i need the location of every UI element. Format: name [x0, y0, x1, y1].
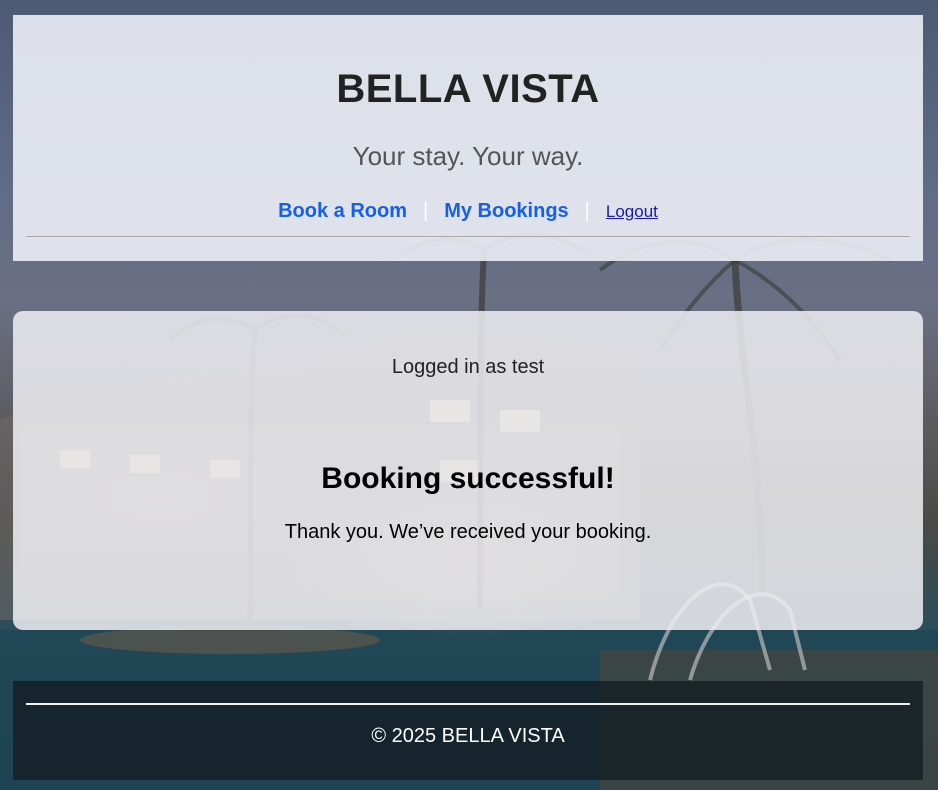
site-tagline: Your stay. Your way. [352, 141, 584, 171]
site-footer: © 2025 BELLA VISTA [13, 681, 923, 780]
logout-link[interactable]: Logout [606, 202, 658, 221]
nav-link-my-bookings[interactable]: My Bookings [444, 200, 568, 222]
site-header: BELLA VISTA Your stay. Your way. Book a … [13, 15, 923, 261]
site-title: BELLA VISTA [336, 67, 600, 111]
nav-link-book-room[interactable]: Book a Room [278, 200, 407, 222]
booking-confirmation-panel: Logged in as test Booking successful! Th… [13, 311, 923, 630]
footer-divider [26, 703, 910, 705]
booking-thanks-message: Thank you. We’ve received your booking. [284, 521, 652, 543]
booking-success-heading: Booking successful! [321, 462, 615, 495]
main-nav: Book a Room | My Bookings | Logout [13, 200, 923, 223]
nav-separator: | [423, 200, 429, 222]
copyright-text: © 2025 BELLA VISTA [371, 725, 565, 747]
header-divider [26, 236, 910, 237]
logged-in-status: Logged in as test [391, 356, 545, 378]
nav-separator: | [584, 200, 590, 222]
